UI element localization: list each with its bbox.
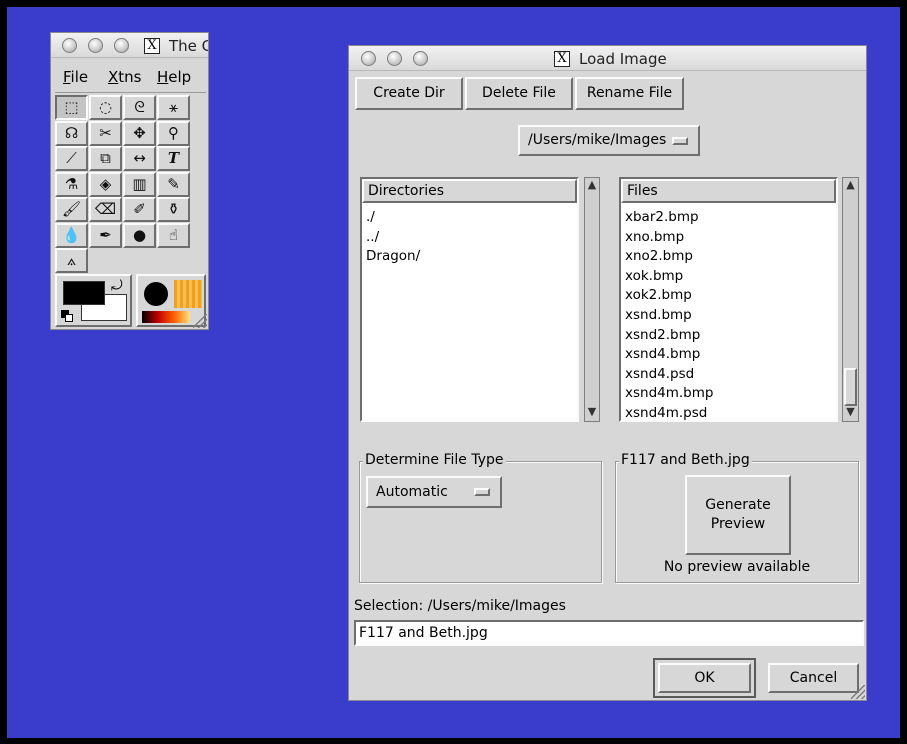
delete-file-button[interactable]: Delete File xyxy=(465,77,573,110)
files-scrollbar[interactable]: ▲ ▼ xyxy=(842,177,859,422)
path-option-value: /Users/mike/Images xyxy=(528,132,667,148)
load-image-dialog: X Load Image Create Dir Delete File Rena… xyxy=(348,45,867,701)
menu-help[interactable]: Help xyxy=(157,68,191,86)
minimize-window-button[interactable] xyxy=(88,38,103,53)
x-window-icon: X xyxy=(554,51,570,67)
tool-blur-icon[interactable]: 💧 xyxy=(55,222,88,248)
tool-smudge-icon[interactable]: ☝ xyxy=(157,222,190,248)
tool-eraser-icon[interactable]: ⌫ xyxy=(89,197,122,222)
swap-colors-icon[interactable]: ⤾ xyxy=(111,278,123,294)
tool-measure-icon[interactable]: ⟑ xyxy=(55,248,88,273)
dialog-resize-grip[interactable] xyxy=(851,685,865,699)
file-item[interactable]: xsnd4m.psd xyxy=(621,404,836,420)
tool-grid: ⬚ ◌ ᘓ ⚹ ☊ ✂ ✥ ⚲ ⟋ ⧉ ↔ T ⚗ ◈ ▥ ✎ 🖌 ⌫ ✐ ⚱ 💧 ✒ ● ☝ ⟑ xyxy=(55,95,195,275)
file-item[interactable]: xsnd2.bmp xyxy=(621,326,836,346)
option-menu-indicator-icon xyxy=(474,488,490,496)
files-list[interactable]: Files xbar2.bmp xno.bmp xno2.bmp xok.bmp xok… xyxy=(619,177,838,422)
dialog-title: Load Image xyxy=(579,50,667,68)
file-item[interactable]: xsnd.bmp xyxy=(621,306,836,326)
toolbox-titlebar[interactable]: X The G xyxy=(51,33,208,58)
toolbox-resize-grip[interactable] xyxy=(193,314,207,328)
tool-rect-select-icon[interactable]: ⬚ xyxy=(55,95,88,120)
gradient-preview[interactable] xyxy=(142,311,190,323)
tool-transform-icon[interactable]: ⧉ xyxy=(89,146,122,171)
menu-file[interactable]: File xyxy=(63,68,88,86)
preview-filename-label: F117 and Beth.jpg xyxy=(619,452,752,468)
generate-preview-button[interactable]: Generate Preview xyxy=(685,475,791,555)
file-item[interactable]: xno2.bmp xyxy=(621,247,836,267)
menu-xtns[interactable]: Xtns xyxy=(108,68,141,86)
tool-move-icon[interactable]: ✥ xyxy=(123,120,156,146)
option-menu-indicator-icon xyxy=(672,137,688,145)
scroll-up-arrow-icon[interactable]: ▲ xyxy=(843,178,858,194)
tool-airbrush-icon[interactable]: ✐ xyxy=(123,197,156,222)
pattern-preview[interactable] xyxy=(174,280,202,308)
tool-color-picker-icon[interactable]: ⚗ xyxy=(55,171,88,197)
create-dir-button[interactable]: Create Dir xyxy=(355,77,463,110)
file-item[interactable]: xsnd4.bmp xyxy=(621,345,836,365)
tool-fuzzy-select-icon[interactable]: ⚹ xyxy=(157,95,190,120)
file-type-label: Determine File Type xyxy=(363,452,506,468)
selection-input[interactable] xyxy=(354,620,864,646)
foreground-color-swatch[interactable] xyxy=(63,281,105,305)
no-preview-status: No preview available xyxy=(663,559,811,575)
scroll-thumb[interactable] xyxy=(844,368,857,406)
tool-bezier-select-icon[interactable]: ☊ xyxy=(55,120,88,146)
x-window-icon: X xyxy=(144,38,160,54)
directory-item[interactable]: ../ xyxy=(362,228,577,248)
default-colors-icon[interactable] xyxy=(61,310,73,322)
toolbox-title: The G xyxy=(169,37,209,55)
cancel-button[interactable]: Cancel xyxy=(768,663,859,693)
close-window-button[interactable] xyxy=(62,38,77,53)
file-item[interactable]: xsnd4m.bmp xyxy=(621,384,836,404)
file-item[interactable]: xbar2.bmp xyxy=(621,208,836,228)
tool-scissors-icon[interactable]: ✂ xyxy=(89,120,122,146)
tool-pencil-icon[interactable]: ✎ xyxy=(157,171,190,197)
dialog-titlebar[interactable]: X Load Image xyxy=(349,46,866,71)
scroll-up-arrow-icon[interactable]: ▲ xyxy=(585,178,599,194)
directories-header[interactable]: Directories xyxy=(362,179,577,203)
brush-preview-icon[interactable] xyxy=(144,282,168,306)
directories-list[interactable]: Directories ./../Dragon/ xyxy=(360,177,579,422)
tool-ink-icon[interactable]: ✒ xyxy=(89,222,122,248)
tool-paintbrush-icon[interactable]: 🖌 xyxy=(55,197,88,222)
file-item[interactable]: xno.bmp xyxy=(621,228,836,248)
file-type-option-menu[interactable]: Automatic xyxy=(366,476,502,508)
ok-button[interactable]: OK xyxy=(658,663,751,693)
minimize-dialog-button[interactable] xyxy=(387,51,402,66)
tool-ellipse-select-icon[interactable]: ◌ xyxy=(89,95,122,120)
tool-blend-icon[interactable]: ▥ xyxy=(123,171,156,197)
file-item[interactable]: xsnd4.psd xyxy=(621,365,836,385)
color-area: ⤾ xyxy=(55,274,132,327)
tool-free-select-icon[interactable]: ᘓ xyxy=(123,95,156,120)
files-header[interactable]: Files xyxy=(621,179,836,203)
directories-scrollbar[interactable]: ▲ ▼ xyxy=(584,177,600,422)
tool-clone-icon[interactable]: ⚱ xyxy=(157,197,190,222)
scroll-down-arrow-icon[interactable]: ▼ xyxy=(585,405,599,421)
tool-bucket-fill-icon[interactable]: ◈ xyxy=(89,171,122,197)
tool-magnify-icon[interactable]: ⚲ xyxy=(157,120,190,146)
files-items: xbar2.bmp xno.bmp xno2.bmp xok.bmp xok2.bmp x… xyxy=(621,208,836,420)
toolbox-window: X The G File Xtns Help ⬚ ◌ ᘓ ⚹ ☊ ✂ ✥ ⚲ ⟋ ⧉ ↔ T ⚗ ◈ ▥ ✎ 🖌… xyxy=(50,32,209,330)
tool-dodge-burn-icon[interactable]: ● xyxy=(123,222,156,248)
file-type-value: Automatic xyxy=(376,483,448,500)
tool-text-icon[interactable]: T xyxy=(157,146,190,171)
tool-flip-icon[interactable]: ↔ xyxy=(123,146,156,171)
tool-crop-icon[interactable]: ⟋ xyxy=(55,146,88,171)
maximize-window-button[interactable] xyxy=(114,38,129,53)
directory-item[interactable]: Dragon/ xyxy=(362,247,577,267)
directory-item[interactable]: ./ xyxy=(362,208,577,228)
scroll-down-arrow-icon[interactable]: ▼ xyxy=(843,405,858,421)
file-item[interactable]: xok.bmp xyxy=(621,267,836,287)
generate-preview-label: Generate Preview xyxy=(705,497,771,532)
file-item[interactable]: xok2.bmp xyxy=(621,286,836,306)
selection-label: Selection: /Users/mike/Images xyxy=(354,598,566,614)
path-option-menu[interactable]: /Users/mike/Images xyxy=(518,125,700,156)
maximize-dialog-button[interactable] xyxy=(413,51,428,66)
rename-file-button[interactable]: Rename File xyxy=(575,77,684,110)
directories-items: ./../Dragon/ xyxy=(362,208,577,267)
close-dialog-button[interactable] xyxy=(361,51,376,66)
